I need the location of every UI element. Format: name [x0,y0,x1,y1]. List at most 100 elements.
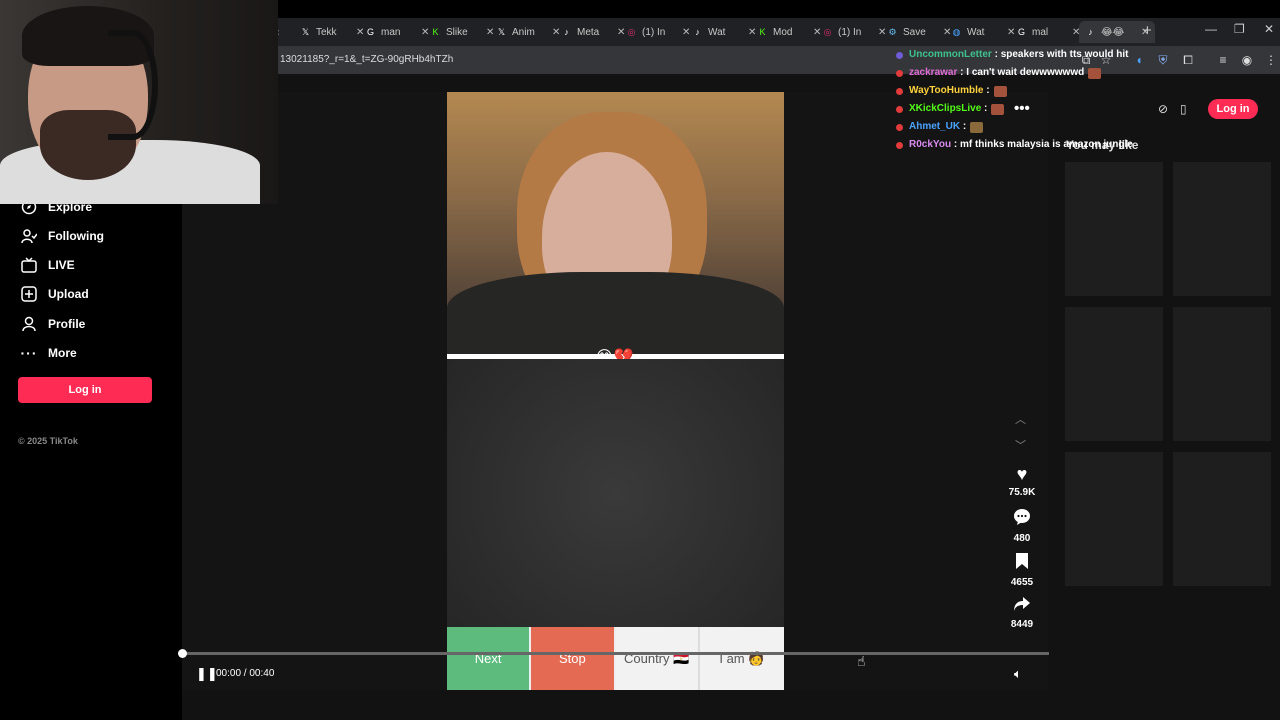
minimize-button[interactable]: — [1205,22,1217,36]
browser-menu-icon[interactable]: ⋮ [1263,52,1279,68]
recommended-thumbnail[interactable] [1065,162,1163,296]
recommended-thumbnail[interactable] [1065,307,1163,441]
tab-close-icon[interactable]: ✕ [682,27,690,38]
recommended-thumbnail[interactable] [1173,452,1271,586]
instagram-icon: ◎ [627,26,636,37]
user-badge-icon [896,87,903,95]
browser-tab[interactable]: ⚙ Save ✕ [887,21,951,43]
save-count: 4655 [1010,577,1034,588]
tiktok-icon: ♪ [1088,27,1093,37]
tab-close-icon[interactable]: ✕ [486,27,494,38]
browser-tab[interactable]: Gman ✕ [365,21,429,43]
tiktok-icon: ♪ [564,27,569,37]
new-tab-button[interactable]: + [1143,22,1152,39]
kick-icon: K [432,27,439,37]
user-badge-icon [896,123,903,131]
chat-username: zackrawar [909,67,958,78]
kick-icon: K [759,27,766,37]
user-badge-icon [896,105,903,113]
tab-close-icon[interactable]: ✕ [813,27,821,38]
media-control-icon[interactable]: ≡ [1215,52,1231,68]
comment-action[interactable]: 480 [1004,508,1040,544]
like-action[interactable]: ♥ 75.9K [1004,464,1040,498]
user-badge-icon [896,69,903,77]
browser-tab[interactable]: ◍ Wat ✕ [951,21,1016,43]
video-progress-bar[interactable] [182,652,1049,655]
video-frame[interactable]: 😂💔 Next Stop Country 🇪🇬 I am 🧑 [447,92,784,690]
tab-close-icon[interactable]: ✕ [1007,27,1015,38]
video-top-camera [447,92,784,362]
progress-handle[interactable] [178,649,187,658]
browser-tab[interactable]: ◎ (1) In ✕ [626,21,691,43]
profile-avatar-icon[interactable]: ◉ [1239,52,1255,68]
recommended-thumbnail[interactable] [1173,162,1271,296]
share-action[interactable]: 8449 [1004,596,1040,630]
pause-icon[interactable]: ❚❚ [196,666,218,682]
tiktok-icon: ♪ [695,27,700,37]
chat-text: I can't wait dewwwwwwd [966,67,1085,78]
url-text[interactable]: 13021185?_r=1&_t=ZG-90gRHb4hTZh [280,54,453,65]
next-button[interactable]: Next [447,627,532,690]
sidebar-item-following[interactable]: Following [20,227,104,245]
save-action[interactable]: 4655 [1004,552,1040,588]
sidebar-item-profile[interactable]: Profile [20,315,85,333]
tab-close-icon[interactable]: ✕ [617,27,625,38]
chevron-up-icon[interactable]: ︿ [1015,411,1026,427]
google-icon: G [1017,27,1025,37]
sidebar-item-upload[interactable]: Upload [20,285,89,303]
upload-icon [20,285,38,303]
tab-label: Wat [708,26,726,38]
chat-message: XKickClipsLive : [896,100,1136,118]
sidebar-item-live[interactable]: LIVE [20,256,75,274]
like-count: 75.9K [1008,487,1036,498]
browser-tab[interactable]: K Slike ✕ [430,21,494,43]
chat-message: Ahmet_UK : [896,118,1136,136]
more-icon: ··· [20,345,38,361]
header-login-button[interactable]: Log in [1208,99,1258,119]
tab-close-icon[interactable]: ✕ [878,27,886,38]
i-am-button[interactable]: I am 🧑 [699,627,784,690]
extensions-puzzle-icon[interactable]: ⧠ [1180,52,1196,68]
restore-button[interactable]: ❐ [1234,22,1245,36]
tab-close-icon[interactable]: ✕ [356,27,364,38]
extension-shield-icon[interactable]: ⛨ [1155,52,1171,68]
tab-close-icon[interactable]: ✕ [552,27,560,38]
tab-label: (1) In [642,26,666,38]
following-icon [20,227,38,245]
browser-tab[interactable]: ♪ Meta ✕ [561,21,625,43]
browser-tab[interactable]: ◎ (1) In ✕ [822,21,887,43]
sidebar-item-more[interactable]: ··· More [20,344,77,362]
tab-label: Mod [773,26,793,38]
volume-icon[interactable]: 🔈︎ [1014,666,1022,682]
emote-icon [993,85,1007,97]
steam-icon: ⚙ [888,26,897,37]
browser-tab[interactable]: ♪ Wat ✕ [692,21,756,43]
sidebar-login-button[interactable]: Log in [18,377,152,403]
tab-label: man [381,26,401,38]
user-badge-icon [896,141,903,149]
chat-message: zackrawar : I can't wait dewwwwwwd [896,64,1136,82]
video-time: 00:00 / 00:40 [216,668,275,679]
recommended-thumbnail[interactable] [1173,307,1271,441]
browser-tab[interactable]: Gmal ✕ [1016,21,1080,43]
browser-tab[interactable]: 𝕏 Anim ✕ [496,21,561,43]
device-icon[interactable]: ▯ [1180,102,1187,116]
recommended-thumbnail[interactable] [1065,452,1163,586]
bookmark-icon [1004,552,1040,575]
profile-icon [20,315,38,333]
country-button[interactable]: Country 🇪🇬 [615,627,700,690]
close-window-button[interactable]: ✕ [1264,22,1274,36]
browser-tab[interactable]: K Mod ✕ [757,21,821,43]
video-bottom-camera [447,359,784,627]
browser-tab[interactable]: 𝕏 Tekk ✕ [300,21,365,43]
tab-close-icon[interactable]: ✕ [421,27,429,38]
stream-chat-overlay: UncommonLetter : speakers with tts would… [896,46,1136,154]
explore-compass-icon[interactable]: ⊘ [1158,102,1168,116]
chevron-down-icon[interactable]: ﹀ [1015,437,1026,453]
stop-button[interactable]: Stop [531,627,616,690]
chat-username: WayTooHumble [909,85,984,96]
tab-close-icon[interactable]: ✕ [748,27,756,38]
chat-app-button-row: Next Stop Country 🇪🇬 I am 🧑 [447,627,784,690]
tab-label: Anim [512,26,535,38]
chat-message: UncommonLetter : speakers with tts would… [896,46,1136,64]
